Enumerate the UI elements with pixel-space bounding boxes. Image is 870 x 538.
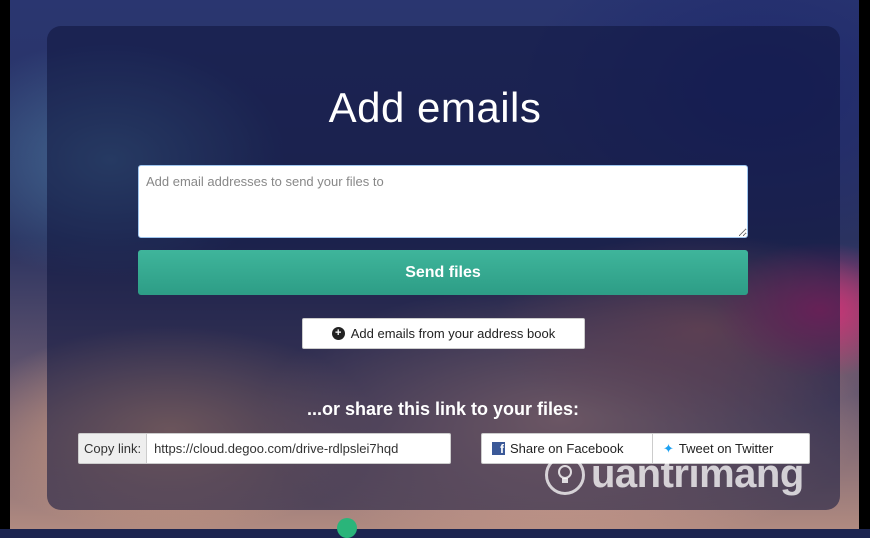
address-book-label: Add emails from your address book: [350, 326, 556, 341]
share-heading: ...or share this link to your files:: [306, 399, 580, 419]
email-addresses-input[interactable]: [138, 165, 748, 238]
watermark-logo: uantrimang: [545, 452, 804, 497]
copy-link-label: Copy link:: [78, 433, 147, 464]
plus-circle-icon: +: [331, 327, 345, 340]
facebook-icon: f: [492, 442, 505, 456]
send-files-button[interactable]: Send files: [138, 250, 748, 295]
lightbulb-icon: [545, 454, 585, 495]
page-title: Add emails: [328, 84, 542, 131]
status-dot: [337, 518, 357, 538]
add-from-address-book-button[interactable]: + Add emails from your address book: [302, 318, 585, 349]
watermark-text: uantrimang: [591, 452, 804, 496]
copy-link-group: Copy link:: [78, 433, 452, 464]
left-edge: [0, 0, 10, 529]
right-edge: [859, 0, 870, 529]
share-link-input[interactable]: [146, 433, 452, 464]
